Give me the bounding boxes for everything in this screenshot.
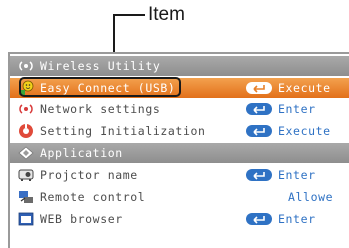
callout-leader-horizontal — [114, 14, 145, 16]
remote-control-icon — [18, 189, 34, 205]
remote-control-value[interactable]: Allowe — [288, 190, 333, 204]
callout-label: Item — [148, 4, 185, 25]
menu-item-label: Remote control — [40, 190, 146, 204]
menu-item-remote-control[interactable]: Remote control Allowe — [10, 187, 349, 207]
menu-item-label: Network settings — [40, 102, 161, 116]
menu-item-web-browser[interactable]: WEB browser Enter — [10, 209, 349, 229]
section-header-wireless: Wireless Utility — [10, 56, 349, 76]
menu-item-label: Setting Initialization — [40, 124, 206, 138]
projector-name-icon — [18, 167, 34, 183]
network-icon — [18, 101, 34, 117]
application-icon — [18, 145, 34, 161]
wireless-icon — [18, 58, 34, 74]
action-label: Execute — [278, 124, 331, 138]
enter-action[interactable]: Enter — [246, 168, 316, 182]
enter-key-icon — [246, 125, 272, 137]
enter-key-icon — [246, 169, 272, 181]
enter-key-icon — [246, 82, 272, 94]
action-label: Enter — [278, 168, 316, 182]
menu-item-setting-initialization[interactable]: Setting Initialization Execute — [10, 121, 349, 141]
execute-action[interactable]: Execute — [246, 124, 331, 138]
action-label: Enter — [278, 212, 316, 226]
enter-action[interactable]: Enter — [246, 212, 316, 226]
action-label: Execute — [278, 81, 331, 95]
initialization-icon — [18, 123, 34, 139]
enter-key-icon — [246, 213, 272, 225]
menu-item-label: Projctor name — [40, 168, 138, 182]
menu-item-projector-name[interactable]: Projctor name Enter — [10, 165, 349, 185]
item-highlight-box — [19, 77, 181, 97]
section-title-application: Application — [40, 146, 123, 160]
section-title-wireless: Wireless Utility — [40, 59, 161, 73]
action-label: Enter — [278, 102, 316, 116]
execute-action[interactable]: Execute — [246, 81, 331, 95]
action-label: Allowe — [288, 190, 334, 204]
enter-key-icon — [246, 103, 272, 115]
menu-item-label: WEB browser — [40, 212, 123, 226]
section-header-application: Application — [10, 143, 349, 163]
web-browser-icon — [18, 211, 34, 227]
enter-action[interactable]: Enter — [246, 102, 316, 116]
menu-item-network-settings[interactable]: Network settings Enter — [10, 99, 349, 119]
